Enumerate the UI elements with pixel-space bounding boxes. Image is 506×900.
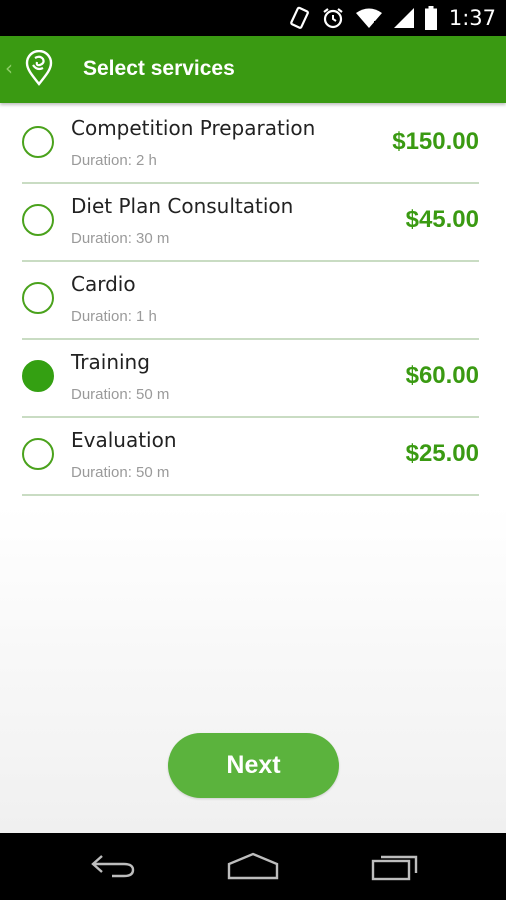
- service-list: Competition Preparation Duration: 2 h $1…: [22, 106, 479, 496]
- service-name: Competition Preparation: [71, 116, 316, 140]
- recent-apps-icon[interactable]: [365, 851, 425, 881]
- service-duration: Duration: 50 m: [71, 464, 170, 481]
- wifi-icon: [355, 7, 383, 29]
- navigation-bar: [0, 833, 506, 900]
- service-row-cardio[interactable]: Cardio Duration: 1 h: [22, 262, 479, 340]
- radio-button-selected[interactable]: [22, 360, 54, 392]
- radio-button[interactable]: [22, 204, 54, 236]
- content-area: Competition Preparation Duration: 2 h $1…: [0, 103, 506, 833]
- status-icons: 1:37: [289, 0, 496, 36]
- service-name: Evaluation: [71, 428, 177, 452]
- alarm-icon: [321, 6, 345, 30]
- cell-signal-icon: [393, 7, 415, 29]
- service-price: $25.00: [405, 440, 479, 467]
- service-price: $150.00: [392, 128, 479, 155]
- service-duration: Duration: 2 h: [71, 152, 157, 169]
- status-bar: 1:37: [0, 0, 506, 36]
- app-logo-icon[interactable]: [25, 49, 53, 86]
- service-price: $45.00: [405, 206, 479, 233]
- service-row-competition-preparation[interactable]: Competition Preparation Duration: 2 h $1…: [22, 106, 479, 184]
- service-price: $60.00: [405, 362, 479, 389]
- status-time: 1:37: [448, 6, 496, 30]
- action-bar: ‹ Select services: [0, 36, 506, 103]
- next-button[interactable]: Next: [168, 733, 339, 798]
- chevron-left-icon[interactable]: ‹: [5, 58, 13, 78]
- service-row-training[interactable]: Training Duration: 50 m $60.00: [22, 340, 479, 418]
- back-icon[interactable]: [83, 851, 143, 881]
- service-name: Cardio: [71, 272, 136, 296]
- phone-vibrate-icon: [289, 6, 311, 30]
- radio-button[interactable]: [22, 438, 54, 470]
- radio-button[interactable]: [22, 126, 54, 158]
- service-duration: Duration: 30 m: [71, 230, 170, 247]
- app-screen: 1:37 ‹ Select services Competition Prepa…: [0, 0, 506, 900]
- service-row-evaluation[interactable]: Evaluation Duration: 50 m $25.00: [22, 418, 479, 496]
- service-name: Diet Plan Consultation: [71, 194, 294, 218]
- service-duration: Duration: 50 m: [71, 386, 170, 403]
- home-icon[interactable]: [223, 851, 283, 881]
- radio-button[interactable]: [22, 282, 54, 314]
- battery-icon: [424, 6, 437, 30]
- service-row-diet-plan-consultation[interactable]: Diet Plan Consultation Duration: 30 m $4…: [22, 184, 479, 262]
- page-title: Select services: [83, 57, 235, 80]
- service-name: Training: [71, 350, 150, 374]
- service-duration: Duration: 1 h: [71, 308, 157, 325]
